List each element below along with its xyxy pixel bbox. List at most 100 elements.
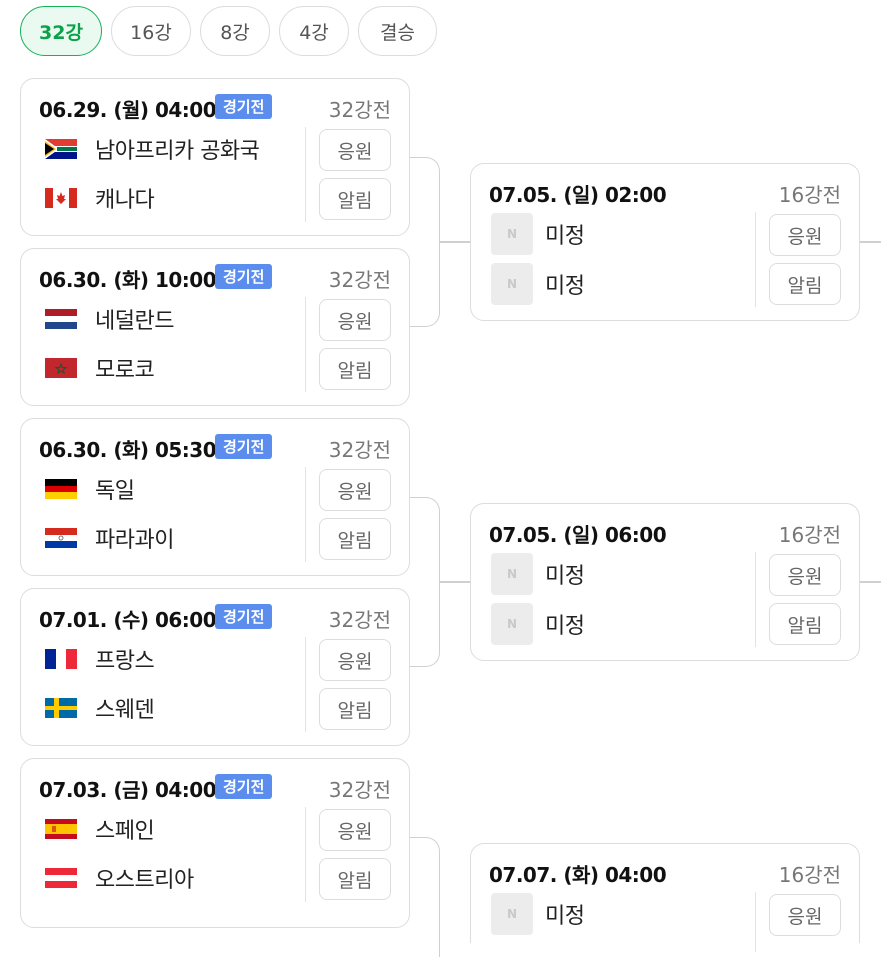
- team-row: N 미정: [491, 892, 585, 936]
- cheer-button[interactable]: 응원: [319, 129, 391, 171]
- alarm-button[interactable]: 알림: [319, 178, 391, 220]
- team-row: N 미정: [491, 212, 585, 256]
- team-placeholder-icon: N: [491, 603, 533, 645]
- divider: [755, 212, 756, 307]
- alarm-button[interactable]: 알림: [319, 688, 391, 730]
- match-card: 07.03. (금) 04:00 경기전 32강전 스페인 오스트리아 응원 알…: [20, 758, 410, 928]
- divider: [305, 127, 306, 222]
- match-card: 07.05. (일) 06:00 16강전 N 미정 N 미정 응원 알림: [470, 503, 860, 661]
- morocco-flag-icon: [45, 358, 77, 378]
- team-row: 파라과이: [45, 521, 174, 555]
- alarm-button[interactable]: 알림: [319, 858, 391, 900]
- team-row: 스웨덴: [45, 691, 155, 725]
- tab-4[interactable]: 4강: [279, 6, 349, 56]
- status-badge: 경기전: [215, 604, 273, 629]
- match-round: 16강전: [778, 523, 841, 547]
- cheer-button[interactable]: 응원: [319, 809, 391, 851]
- team-name: 독일: [95, 479, 135, 504]
- match-round: 32강전: [328, 608, 391, 632]
- match-date: 07.03. (금) 04:00: [39, 778, 217, 802]
- france-flag-icon: [45, 649, 77, 669]
- alarm-button[interactable]: 알림: [319, 518, 391, 560]
- match-round: 32강전: [328, 98, 391, 122]
- team-name: 미정: [545, 904, 585, 929]
- team-name: 프랑스: [95, 649, 155, 674]
- germany-flag-icon: [45, 479, 77, 499]
- bracket-connector: [409, 837, 440, 957]
- tab-8[interactable]: 8강: [200, 6, 270, 56]
- team-row: N 미정: [491, 602, 585, 646]
- team-row: 프랑스: [45, 642, 155, 676]
- team-name: 남아프리카 공화국: [95, 139, 260, 164]
- match-card: 07.01. (수) 06:00 경기전 32강전 프랑스 스웨덴 응원 알림: [20, 588, 410, 746]
- team-row: 캐나다: [45, 181, 155, 215]
- cheer-button[interactable]: 응원: [769, 894, 841, 936]
- cheer-button[interactable]: 응원: [319, 639, 391, 681]
- spain-flag-icon: [45, 819, 77, 839]
- team-row: N 미정: [491, 262, 585, 306]
- team-name: 오스트리아: [95, 868, 194, 893]
- bracket-connector: [860, 581, 881, 583]
- paraguay-flag-icon: [45, 528, 77, 548]
- team-name: 스페인: [95, 819, 155, 844]
- south-africa-flag-icon: [45, 139, 77, 159]
- cheer-button[interactable]: 응원: [319, 469, 391, 511]
- team-name: 파라과이: [95, 528, 174, 553]
- team-row: 스페인: [45, 812, 155, 846]
- cheer-button[interactable]: 응원: [769, 554, 841, 596]
- team-row: N 미정: [491, 552, 585, 596]
- match-card: 07.05. (일) 02:00 16강전 N 미정 N 미정 응원 알림: [470, 163, 860, 321]
- team-name: 모로코: [95, 358, 155, 383]
- divider: [305, 467, 306, 562]
- match-date: 07.05. (일) 02:00: [489, 183, 667, 207]
- team-row: 남아프리카 공화국: [45, 132, 260, 166]
- tab-final[interactable]: 결승: [358, 6, 437, 56]
- team-name: 스웨덴: [95, 698, 155, 723]
- team-name: 미정: [545, 274, 585, 299]
- austria-flag-icon: [45, 868, 77, 888]
- alarm-button[interactable]: 알림: [769, 603, 841, 645]
- match-card: 06.29. (월) 04:00 경기전 32강전 남아프리카 공화국 캐나다 …: [20, 78, 410, 236]
- team-name: 미정: [545, 224, 585, 249]
- bracket-connector: [440, 241, 471, 243]
- match-date: 07.07. (화) 04:00: [489, 863, 667, 887]
- team-row: 모로코: [45, 351, 155, 385]
- team-name: 캐나다: [95, 188, 155, 213]
- sweden-flag-icon: [45, 698, 77, 718]
- team-placeholder-icon: N: [491, 893, 533, 935]
- netherlands-flag-icon: [45, 309, 77, 329]
- team-name: 미정: [545, 564, 585, 589]
- divider: [305, 637, 306, 732]
- cheer-button[interactable]: 응원: [319, 299, 391, 341]
- match-round: 32강전: [328, 438, 391, 462]
- match-date: 07.05. (일) 06:00: [489, 523, 667, 547]
- alarm-button[interactable]: 알림: [319, 348, 391, 390]
- divider: [755, 552, 756, 647]
- team-placeholder-icon: N: [491, 553, 533, 595]
- team-placeholder-icon: N: [491, 263, 533, 305]
- divider: [305, 807, 306, 902]
- status-badge: 경기전: [215, 264, 273, 289]
- match-date: 06.30. (화) 10:00: [39, 268, 217, 292]
- team-row: 오스트리아: [45, 861, 194, 895]
- status-badge: 경기전: [215, 434, 273, 459]
- match-round: 32강전: [328, 778, 391, 802]
- match-card: 06.30. (화) 10:00 경기전 32강전 네덜란드 모로코 응원 알림: [20, 248, 410, 406]
- tab-32[interactable]: 32강: [20, 6, 102, 56]
- alarm-button[interactable]: 알림: [769, 263, 841, 305]
- bracket-connector: [409, 157, 440, 327]
- tab-16[interactable]: 16강: [111, 6, 191, 56]
- status-badge: 경기전: [215, 774, 273, 799]
- bracket-connector: [440, 581, 471, 583]
- team-placeholder-icon: N: [491, 213, 533, 255]
- match-card: 06.30. (화) 05:30 경기전 32강전 독일 파라과이 응원 알림: [20, 418, 410, 576]
- team-row: 네덜란드: [45, 302, 174, 336]
- match-round: 32강전: [328, 268, 391, 292]
- bracket-connector: [860, 241, 881, 243]
- match-date: 07.01. (수) 06:00: [39, 608, 217, 632]
- match-card: 07.07. (화) 04:00 16강전 N 미정 응원: [470, 843, 860, 952]
- canada-flag-icon: [45, 188, 77, 208]
- match-date: 06.29. (월) 04:00: [39, 98, 217, 122]
- cheer-button[interactable]: 응원: [769, 214, 841, 256]
- team-name: 미정: [545, 614, 585, 639]
